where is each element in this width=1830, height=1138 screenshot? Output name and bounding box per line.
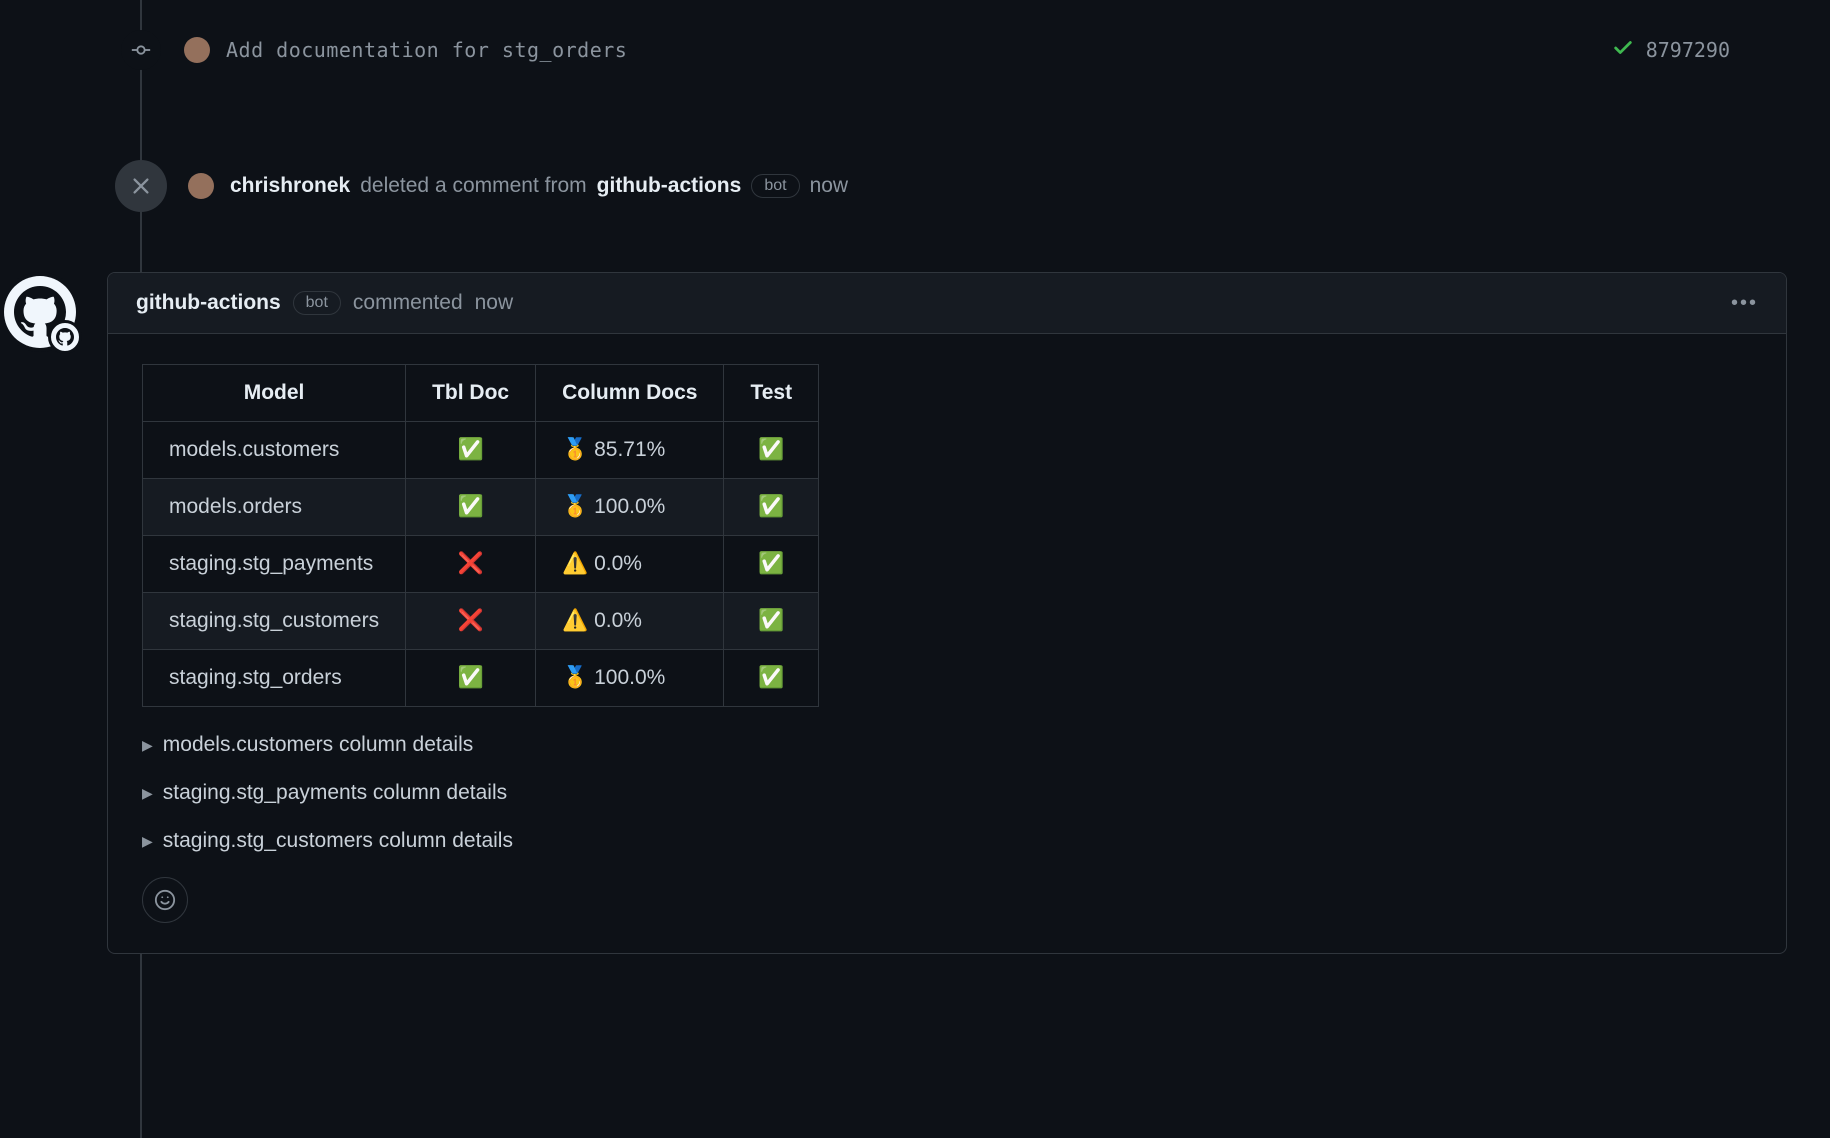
disclosure-icon: ▶ — [142, 737, 153, 754]
table-header-row: Model Tbl Doc Column Docs Test — [143, 365, 819, 422]
commit-author-avatar[interactable] — [184, 37, 210, 63]
github-sub-icon — [48, 320, 82, 354]
commit-sha[interactable]: 8797290 — [1646, 38, 1730, 62]
commit-message[interactable]: Add documentation for stg_orders — [226, 38, 627, 62]
details-label: models.customers column details — [163, 733, 473, 757]
check-icon — [1612, 37, 1634, 64]
table-row: models.customers✅🥇 85.71%✅ — [143, 422, 819, 479]
cell-model: staging.stg_customers — [143, 593, 406, 650]
event-action: deleted a comment from — [360, 174, 586, 198]
github-logo-icon — [4, 276, 76, 348]
cell-column-docs: 🥇 100.0% — [536, 479, 724, 536]
event-time[interactable]: now — [810, 174, 849, 198]
event-actor[interactable]: chrishronek — [230, 174, 350, 198]
details-label: staging.stg_customers column details — [163, 829, 513, 853]
cell-column-docs: ⚠️ 0.0% — [536, 536, 724, 593]
cell-test: ✅ — [724, 422, 819, 479]
bot-label: bot — [293, 291, 341, 315]
event-text: chrishronek deleted a comment from githu… — [230, 174, 848, 198]
comment-author[interactable]: github-actions — [136, 291, 281, 315]
cell-column-docs: ⚠️ 0.0% — [536, 593, 724, 650]
cell-test: ✅ — [724, 593, 819, 650]
cell-tbl-doc: ❌ — [406, 593, 536, 650]
comment-time[interactable]: now — [475, 291, 514, 315]
disclosure-icon: ▶ — [142, 833, 153, 850]
details-item[interactable]: ▶ staging.stg_customers column details — [142, 829, 1752, 853]
add-reaction-button[interactable] — [142, 877, 188, 923]
cell-tbl-doc: ❌ — [406, 536, 536, 593]
timeline-commit: Add documentation for stg_orders 8797290 — [120, 0, 1830, 90]
table-row: staging.stg_orders✅🥇 100.0%✅ — [143, 650, 819, 707]
col-model: Model — [143, 365, 406, 422]
table-row: staging.stg_customers❌⚠️ 0.0%✅ — [143, 593, 819, 650]
comment-box: github-actions bot commented now ••• Mod… — [107, 272, 1787, 954]
cell-model: staging.stg_orders — [143, 650, 406, 707]
cell-test: ✅ — [724, 479, 819, 536]
cell-tbl-doc: ✅ — [406, 479, 536, 536]
details-list: ▶ models.customers column details ▶ staging… — [142, 733, 1752, 853]
table-row: models.orders✅🥇 100.0%✅ — [143, 479, 819, 536]
table-row: staging.stg_payments❌⚠️ 0.0%✅ — [143, 536, 819, 593]
kebab-icon[interactable]: ••• — [1731, 292, 1758, 315]
col-tbl-doc: Tbl Doc — [406, 365, 536, 422]
comment-body: Model Tbl Doc Column Docs Test models.cu… — [108, 334, 1786, 953]
col-test: Test — [724, 365, 819, 422]
cell-test: ✅ — [724, 536, 819, 593]
details-item[interactable]: ▶ staging.stg_payments column details — [142, 781, 1752, 805]
cell-model: models.customers — [143, 422, 406, 479]
commit-node-icon — [121, 30, 161, 70]
close-icon — [115, 160, 167, 212]
event-actor-avatar[interactable] — [188, 173, 214, 199]
docs-table: Model Tbl Doc Column Docs Test models.cu… — [142, 364, 819, 707]
cell-model: staging.stg_payments — [143, 536, 406, 593]
timeline-deleted-event: chrishronek deleted a comment from githu… — [114, 160, 1830, 212]
comment-header: github-actions bot commented now ••• — [108, 273, 1786, 334]
cell-tbl-doc: ✅ — [406, 422, 536, 479]
cell-model: models.orders — [143, 479, 406, 536]
cell-tbl-doc: ✅ — [406, 650, 536, 707]
cell-column-docs: 🥇 100.0% — [536, 650, 724, 707]
comment-author-avatar[interactable] — [0, 272, 80, 352]
disclosure-icon: ▶ — [142, 785, 153, 802]
col-column-docs: Column Docs — [536, 365, 724, 422]
cell-test: ✅ — [724, 650, 819, 707]
commit-status[interactable]: 8797290 — [1612, 37, 1730, 64]
cell-column-docs: 🥇 85.71% — [536, 422, 724, 479]
timeline-comment: github-actions bot commented now ••• Mod… — [107, 272, 1787, 954]
bot-label: bot — [751, 174, 799, 198]
event-target[interactable]: github-actions — [597, 174, 742, 198]
comment-action: commented — [353, 291, 463, 315]
details-label: staging.stg_payments column details — [163, 781, 507, 805]
details-item[interactable]: ▶ models.customers column details — [142, 733, 1752, 757]
